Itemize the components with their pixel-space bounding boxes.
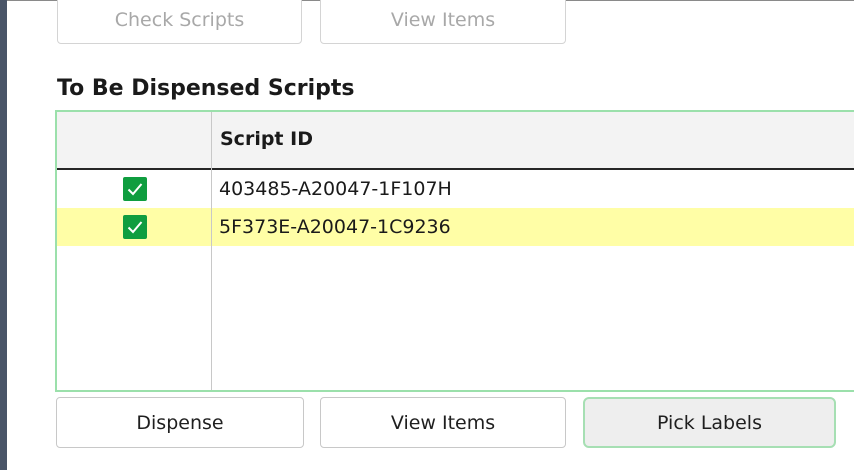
check-icon <box>127 221 143 234</box>
scripts-grid[interactable]: Script ID 403485-A20047-1F107H 5F373E-A2… <box>55 110 854 392</box>
view-items-button[interactable]: View Items <box>320 397 566 448</box>
row-checkbox[interactable] <box>123 215 147 239</box>
script-id-cell: 403485-A20047-1F107H <box>219 178 452 200</box>
view-items-top-button[interactable]: View Items <box>320 0 566 44</box>
script-id-cell: 5F373E-A20047-1C9236 <box>219 216 451 238</box>
table-row[interactable]: 5F373E-A20047-1C9236 <box>57 208 854 246</box>
section-title: To Be Dispensed Scripts <box>57 76 355 101</box>
pick-labels-button[interactable]: Pick Labels <box>583 397 836 448</box>
column-divider <box>211 112 212 390</box>
dispense-button[interactable]: Dispense <box>56 397 304 448</box>
grid-header: Script ID <box>57 112 854 170</box>
check-scripts-button[interactable]: Check Scripts <box>57 0 302 44</box>
row-checkbox[interactable] <box>123 177 147 201</box>
window-left-edge <box>0 0 7 470</box>
check-icon <box>127 183 143 196</box>
table-row[interactable]: 403485-A20047-1F107H <box>57 170 854 208</box>
column-header-script-id[interactable]: Script ID <box>220 128 313 150</box>
